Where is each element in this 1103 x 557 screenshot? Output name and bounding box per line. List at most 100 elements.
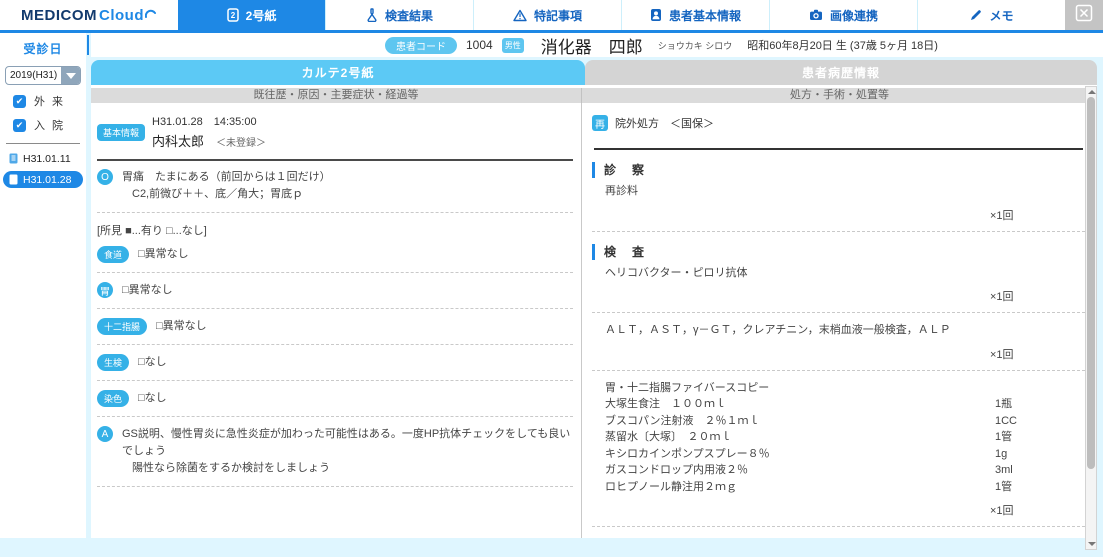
tab-label: 患者病歴情報 (801, 66, 880, 80)
filter-outpatient[interactable]: ✔ 外 来 (13, 93, 86, 109)
rx-item-qty (995, 265, 1085, 282)
nav-tab-label: 検査結果 (384, 8, 433, 23)
tab-karte-2gou[interactable]: カルテ2号紙 (91, 60, 585, 85)
visit-date-item[interactable]: H31.01.11 (3, 150, 83, 167)
soap-text: □異常なし (122, 282, 173, 299)
soap-row: 染色 □なし (97, 390, 575, 408)
soap-row: 胃 □異常なし (97, 282, 575, 299)
rx-item-qty: 1管 (995, 431, 1013, 443)
dashed-divider (97, 344, 573, 346)
visit-type-filters: ✔ 外 来 ✔ 入 院 (0, 93, 86, 133)
dashed-divider (97, 380, 573, 382)
entry-datetime: H31.01.28 14:35:00 (152, 116, 257, 128)
soap-text: □なし (138, 390, 167, 407)
rx-item: 大塚生食注 １００ｍｌ 1瓶 (592, 396, 1085, 413)
soap-text: □異常なし (156, 318, 207, 335)
rx-item-qty (995, 322, 1085, 339)
rx-count: ×1回 (990, 505, 1014, 517)
filter-label: 外 来 (34, 96, 66, 108)
document-small-icon (9, 153, 18, 164)
soap-badge: 十二指腸 (97, 318, 148, 336)
dashed-divider (97, 486, 573, 488)
patient-info-bar: 患者コード 1004 男性 消化器 四郎 ショウカキ シロウ 昭和60年8月20… (91, 33, 1103, 57)
rx-count: ×1回 (990, 209, 1014, 222)
sidebar-accent-line (87, 35, 89, 55)
soap-line: GS説明、慢性胃炎に急性炎症が加わった可能性はある。一度HP抗体チェックをしても… (122, 428, 571, 458)
nav-tab-memo[interactable]: メモ (917, 0, 1065, 30)
soap-line: □異常なし (156, 320, 207, 333)
camera-icon (809, 9, 823, 21)
visit-date-label: H31.01.11 (23, 152, 71, 165)
dashed-divider (592, 369, 1085, 371)
soap-line: 陽性なら除菌をするか検討をしましょう (132, 462, 330, 475)
nav-tab-tokki[interactable]: 特記事項 (473, 0, 621, 30)
rx-item: ロヒプノール静注用２ｍｇ 1管 (592, 479, 1085, 496)
rx-item-name: 胃・十二指腸ファイバースコピー (605, 381, 770, 394)
rx-item: ガスコンドロップ内用液２％ 3ml (592, 462, 1085, 479)
gender-badge: 男性 (501, 37, 524, 53)
sidebar-title: 受診日 (23, 42, 63, 56)
rx-item-name: キシロカインポンプスプレー８％ (605, 447, 770, 460)
soap-badge: 染色 (97, 390, 130, 408)
soap-badge: A (97, 426, 113, 443)
app-logo: MEDICOM Cloud (0, 0, 178, 30)
basic-info-badge: 基本情報 (97, 124, 146, 141)
soap-row: 食道 □異常なし (97, 246, 575, 264)
checkbox-checked-icon[interactable]: ✔ (13, 94, 26, 108)
nav-tab-kihon[interactable]: 患者基本情報 (621, 0, 769, 30)
document-small-icon (9, 174, 18, 185)
soap-badge: 生検 (97, 354, 130, 372)
vertical-scrollbar[interactable] (1085, 86, 1097, 550)
history-column: 基本情報 H31.01.28 14:35:00 内科太郎 ＜未登録＞ O 胃痛 たま… (91, 103, 582, 538)
chevron-down-icon[interactable] (61, 67, 80, 84)
dashed-divider (97, 308, 573, 310)
rx-item: 再診料 (592, 183, 1085, 200)
scrollbar-thumb[interactable] (1087, 97, 1095, 469)
soap-list: O 胃痛 たまにある（前回からは１回だけ） C2,前微び＋＋、底／角大；胃底ｐ [所見… (95, 169, 575, 488)
patient-kana: ショウカキ シロウ (657, 40, 733, 51)
rx-item: ＡＬＴ，ＡＳＴ，γ－ＧＴ，クレアチニン，末梢血液一般検査，ＡＬＰ (592, 322, 1085, 339)
rx-item-name: ブスコパン注射液 ２％１ｍｌ (605, 414, 760, 427)
soap-line: C2,前微び＋＋、底／角大；胃底ｐ (132, 188, 304, 201)
soap-badge: 食道 (97, 246, 130, 264)
checkbox-checked-icon[interactable]: ✔ (13, 118, 26, 132)
filter-inpatient[interactable]: ✔ 入 院 (13, 117, 86, 133)
top-nav: MEDICOM Cloud 2 2号紙 検査結果 特記事項 患者基本情報 画像連携 メモ (0, 0, 1103, 30)
close-button[interactable] (1065, 0, 1103, 30)
scroll-down-arrow-icon[interactable] (1088, 542, 1096, 546)
pencil-icon (969, 9, 982, 22)
scroll-up-arrow-icon[interactable] (1088, 90, 1096, 94)
soap-line: 胃痛 たまにある（前回からは１回だけ） (122, 171, 331, 183)
nav-tab-kensa[interactable]: 検査結果 (325, 0, 473, 30)
rx-section-title: 診 察 (592, 162, 1085, 178)
soap-line: □なし (138, 356, 167, 369)
visit-date-item[interactable]: H31.01.28 (3, 171, 83, 188)
soap-line: □なし (138, 392, 167, 405)
visit-date-sidebar: 受診日 2019(H31) ✔ 外 来 ✔ 入 院 H31.01.11 H31.01.2… (0, 33, 86, 538)
year-select-value: 2019(H31) (10, 70, 58, 81)
rx-count: ×1回 (990, 348, 1014, 361)
sidebar-divider (6, 143, 80, 144)
nav-tab-nishi[interactable]: 2 2号紙 (178, 0, 325, 30)
rx-item-name: 蒸留水〔大塚〕 ２０ｍｌ (605, 431, 732, 443)
rx-item-name: ＡＬＴ，ＡＳＴ，γ－ＧＴ，クレアチニン，末梢血液一般検査，ＡＬＰ (605, 324, 951, 336)
close-icon (1075, 4, 1093, 27)
findings-legend: [所見 ■...有り □...なし] (97, 225, 207, 238)
dashed-divider (97, 212, 573, 214)
patient-birthdate: 昭和60年8月20日 生 (37歳 5ヶ月 18日) (747, 40, 938, 52)
rx-item: 蒸留水〔大塚〕 ２０ｍｌ 1管 (592, 429, 1085, 446)
tab-byoreki[interactable]: 患者病歴情報 (585, 60, 1097, 85)
rx-blocks: 診 察再診料 ×1回検 査ヘリコバクター・ピロリ抗体 ×1回 ＡＬＴ，ＡＳＴ，γ－ＧＴ… (592, 162, 1085, 538)
rx-item-qty: 1管 (995, 480, 1013, 493)
soap-badge: 胃 (97, 282, 113, 299)
rx-item: 胃・十二指腸ファイバースコピー (592, 380, 1085, 397)
rx-item: キシロカインポンプスプレー８％ 1g (592, 446, 1085, 463)
rx-count: ×1回 (990, 291, 1014, 303)
soap-row: O 胃痛 たまにある（前回からは１回だけ） C2,前微び＋＋、底／角大；胃底ｐ (97, 169, 575, 203)
dashed-divider (592, 526, 1085, 527)
nav-tab-gazou[interactable]: 画像連携 (769, 0, 917, 30)
visit-date-list: H31.01.11 H31.01.28 (0, 150, 86, 188)
year-select[interactable]: 2019(H31) (5, 66, 81, 85)
soap-text: □なし (138, 354, 167, 371)
dashed-divider (97, 272, 573, 274)
